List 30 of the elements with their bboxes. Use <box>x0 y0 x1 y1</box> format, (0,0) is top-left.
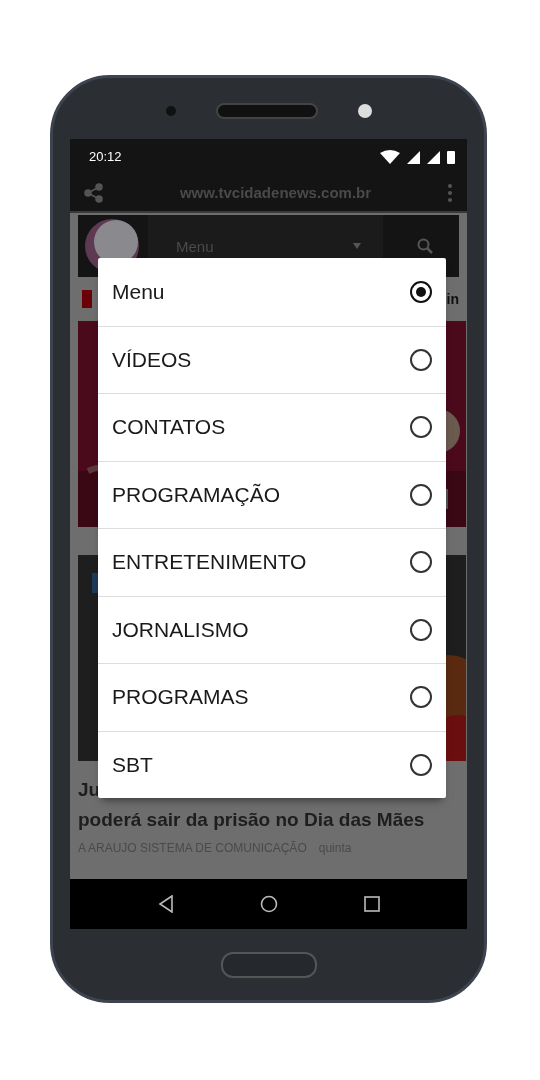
signal-icon <box>427 150 440 164</box>
radio-button[interactable] <box>410 280 432 303</box>
wifi-icon <box>380 149 400 164</box>
radio-button[interactable] <box>410 483 432 506</box>
caret-icon <box>353 243 361 249</box>
radio-button[interactable] <box>410 753 432 776</box>
radio-button[interactable] <box>410 686 432 709</box>
radio-button[interactable] <box>410 618 432 641</box>
menu-option[interactable]: JORNALISMO <box>98 595 446 663</box>
menu-option[interactable]: VÍDEOS <box>98 325 446 393</box>
radio-button[interactable] <box>410 551 432 574</box>
menu-option[interactable]: CONTATOS <box>98 393 446 461</box>
menu-option[interactable]: PROGRAMAÇÃO <box>98 460 446 528</box>
menu-option[interactable]: ENTRETENIMENTO <box>98 528 446 596</box>
menu-option[interactable]: SBT <box>98 730 446 798</box>
status-time: 20:12 <box>89 149 122 164</box>
menu-option[interactable]: PROGRAMAS <box>98 663 446 731</box>
radio-button[interactable] <box>410 348 432 371</box>
camera-icon <box>357 103 372 118</box>
battery-icon <box>447 150 455 164</box>
back-icon[interactable] <box>157 895 174 913</box>
share-icon[interactable] <box>84 182 104 203</box>
social-text[interactable]: in <box>446 291 459 307</box>
sensor-icon <box>165 105 176 116</box>
more-icon[interactable] <box>447 182 453 203</box>
home-icon[interactable] <box>259 895 278 913</box>
signal-icon <box>407 150 420 164</box>
radio-button[interactable] <box>410 416 432 439</box>
tag-icon <box>82 290 92 308</box>
recents-icon[interactable] <box>363 896 380 912</box>
